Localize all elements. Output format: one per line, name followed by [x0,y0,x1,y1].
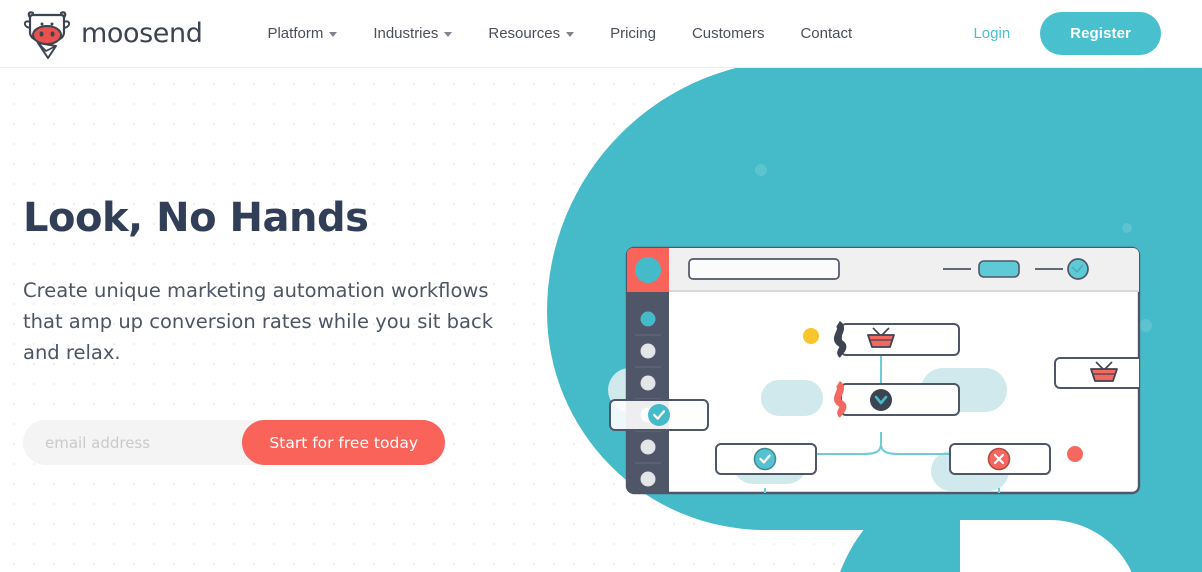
signup-form: Start for free today [23,420,445,466]
node-condition-yes[interactable] [715,443,817,475]
teal-pill-icon[interactable] [978,260,1020,278]
node-cart-trigger[interactable] [834,321,960,358]
cow-head-envelope-logo-icon [23,10,71,59]
sidebar-dot-icon[interactable] [640,471,656,487]
main-navigation: Platform Industries Resources Pricing Cu… [249,19,870,48]
login-link[interactable]: Login [959,19,1024,48]
brand-logo[interactable]: moosend [22,8,203,60]
hero-subtitle: Create unique marketing automation workf… [23,279,493,364]
header-actions: Login Register [959,12,1161,55]
sidebar-dot-icon[interactable] [640,375,656,391]
clock-icon [870,389,892,411]
check-badge-icon [648,404,670,426]
register-button[interactable]: Register [1040,12,1161,55]
envelope-icon [737,518,779,537]
hero-copy: Look, No Hands Create unique marketing a… [23,68,543,466]
nav-item-customers[interactable]: Customers [674,19,783,48]
nav-item-contact[interactable]: Contact [782,19,870,48]
node-delay[interactable] [834,381,960,418]
sidebar-dot-icon[interactable] [640,311,656,327]
decor-blob [761,380,823,416]
x-circle-icon [987,447,1011,471]
hero-section: Look, No Hands Create unique marketing a… [0,68,1202,572]
node-cart-right[interactable] [1054,357,1153,389]
page-title: Look, No Hands [23,195,369,241]
brand-name: moosend [81,18,203,49]
nav-item-platform[interactable]: Platform [249,19,355,48]
node-send-email-1[interactable] [702,510,825,542]
node-accent-teal [702,510,708,541]
teal-circle-icon[interactable] [1067,258,1089,280]
yellow-dot-icon [803,328,819,344]
nav-item-resources[interactable]: Resources [470,19,592,48]
node-condition-no[interactable] [949,443,1051,475]
chevron-down-icon [444,32,453,37]
check-circle-icon [753,447,777,471]
chevron-down-icon [329,32,338,37]
nav-label: Pricing [610,25,656,42]
site-header: moosend Platform Industries Resources Pr… [0,0,1202,68]
coral-dot-icon [1067,446,1083,462]
nav-item-pricing[interactable]: Pricing [592,19,674,48]
overlay-check-card[interactable] [609,399,709,431]
automation-workflow-illustration [608,188,1173,528]
nav-label: Platform [267,25,324,42]
nav-label: Customers [691,25,765,42]
nav-label: Contact [800,25,853,42]
chevron-down-icon [566,32,575,37]
sidebar-dot-icon[interactable] [640,343,656,359]
search-bar-placeholder[interactable] [688,258,840,280]
app-logo-circle-icon [635,257,661,283]
start-free-button[interactable]: Start for free today [242,420,445,466]
nav-label: Industries [373,25,439,42]
nav-label: Resources [488,25,561,42]
nav-item-industries[interactable]: Industries [355,19,470,48]
blob-accent-dot [755,164,767,176]
sidebar-dot-icon[interactable] [640,439,656,455]
